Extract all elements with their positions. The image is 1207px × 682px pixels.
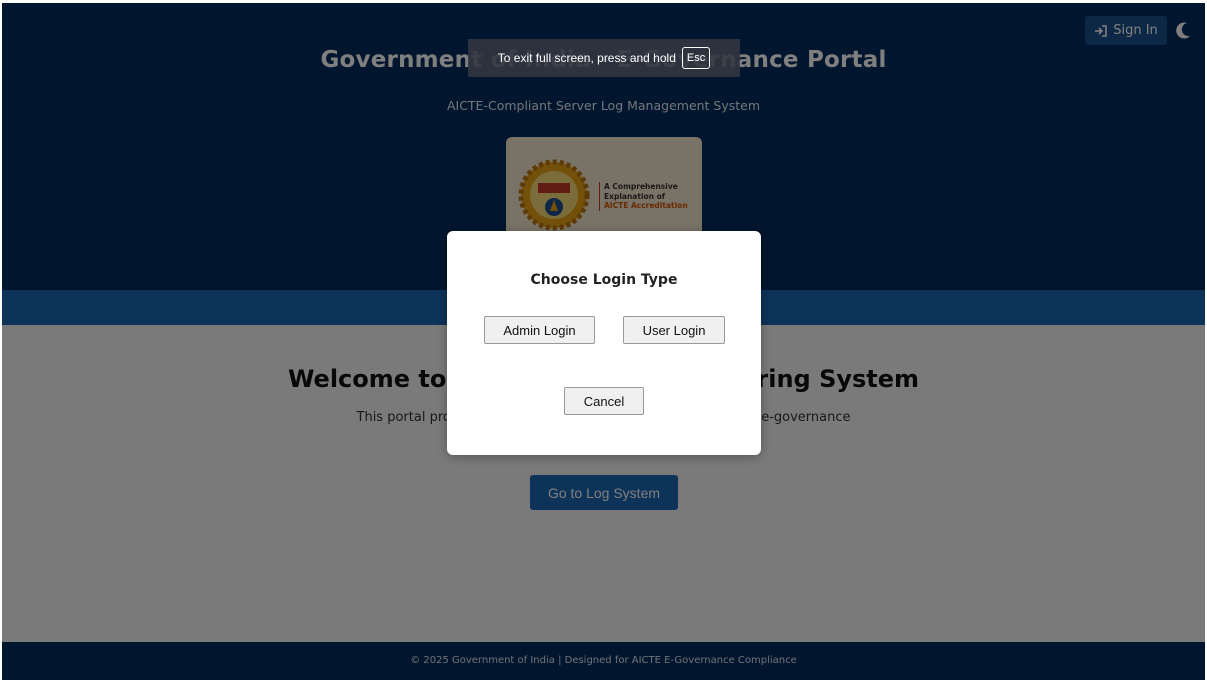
dialog-title: Choose Login Type [530, 272, 678, 288]
user-login-button[interactable]: User Login [623, 316, 725, 344]
admin-login-button[interactable]: Admin Login [484, 316, 595, 344]
fullscreen-toast: To exit full screen, press and hold Esc [468, 39, 740, 77]
browser-viewport: Government of India - E-Governance Porta… [2, 3, 1205, 680]
fullscreen-toast-text: To exit full screen, press and hold [497, 51, 676, 65]
esc-key-badge: Esc [681, 47, 711, 69]
cancel-button[interactable]: Cancel [564, 387, 644, 415]
login-type-dialog: Choose Login Type Admin Login User Login… [447, 231, 761, 455]
